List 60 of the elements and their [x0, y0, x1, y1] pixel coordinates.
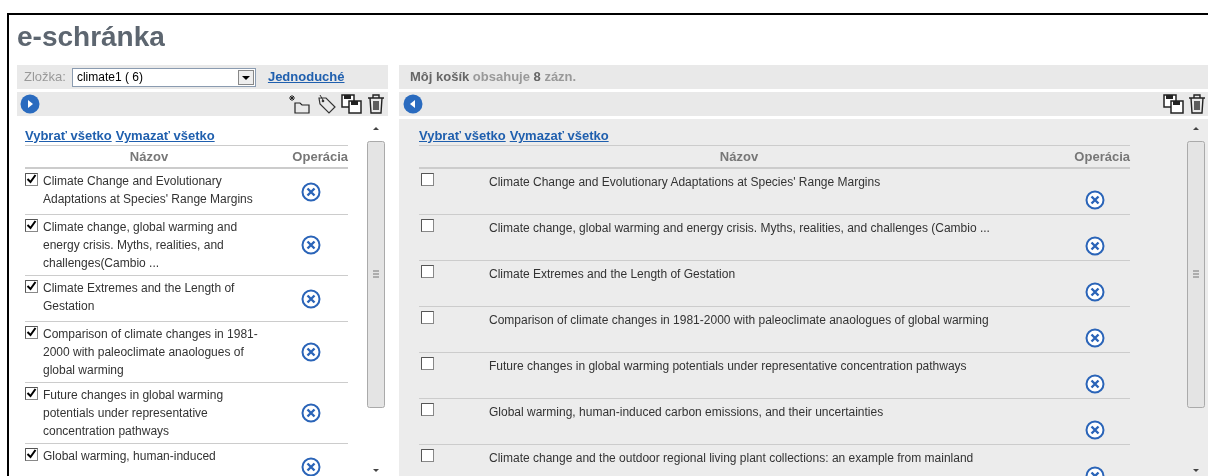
- item-title: Global warming, human-induced: [43, 448, 217, 465]
- item-title: Comparison of climate changes in 1981-2000 with paleoclimate anaologues of global warming: [489, 312, 990, 329]
- dropdown-icon: [237, 69, 254, 85]
- remove-icon[interactable]: [300, 456, 321, 476]
- basket-summary: Môj košík obsahuje 8 zázn.: [410, 68, 577, 87]
- forward-icon[interactable]: [20, 94, 40, 114]
- checkbox[interactable]: [25, 280, 38, 293]
- folder-label: Zložka:: [24, 68, 66, 87]
- checkbox[interactable]: [421, 449, 434, 462]
- tag-icon[interactable]: [315, 94, 337, 114]
- remove-icon[interactable]: [300, 181, 321, 202]
- simple-mode-link[interactable]: Jednoduché: [267, 67, 345, 87]
- item-title: Climate Change and Evolutionary Adaptations at Species' Range Margins: [489, 174, 882, 191]
- select-all-link[interactable]: Vybrať všetko: [25, 125, 112, 146]
- column-header: Názov: [128, 147, 170, 166]
- select-all-link[interactable]: Vybrať všetko: [419, 125, 506, 146]
- remove-icon[interactable]: [1085, 190, 1105, 210]
- page-title: e-schránka: [17, 20, 166, 54]
- item-title: Climate change, global warming and energy crisis. Myths, realities, and challenges (Cambio ...: [489, 220, 991, 237]
- delete-icon[interactable]: [367, 94, 385, 114]
- checkbox[interactable]: [25, 387, 38, 400]
- checkbox[interactable]: [25, 448, 38, 461]
- checkbox[interactable]: [421, 311, 434, 324]
- delete-icon[interactable]: [1188, 94, 1206, 114]
- item-title: Future changes in global warming potentials under representative concentration pathways: [43, 387, 225, 440]
- remove-icon[interactable]: [1085, 420, 1105, 440]
- clear-all-link[interactable]: Vymazať všetko: [115, 125, 215, 146]
- checkbox[interactable]: [421, 219, 434, 232]
- item-title: Climate Extremes and the Length of Gestation: [43, 280, 236, 315]
- checkbox[interactable]: [25, 326, 38, 339]
- column-header: Operácia: [291, 147, 348, 166]
- clear-all-link[interactable]: Vymazať všetko: [509, 125, 609, 146]
- remove-icon[interactable]: [1085, 374, 1105, 394]
- save-icon[interactable]: [1163, 94, 1185, 114]
- item-title: Global warming, human-induced carbon emissions, and their uncertainties: [489, 404, 885, 421]
- remove-icon[interactable]: [300, 403, 321, 423]
- remove-icon[interactable]: [1085, 282, 1105, 302]
- item-title: Climate change, global warming and energy crisis. Myths, realities, and challenges(Cambio ...: [43, 219, 239, 272]
- checkbox[interactable]: [25, 219, 38, 232]
- item-title: Future changes in global warming potentials under representative concentration pathways: [489, 358, 968, 375]
- item-title: Climate Change and Evolutionary Adaptations at Species' Range Margins: [43, 173, 254, 208]
- remove-icon[interactable]: [300, 288, 321, 309]
- item-title: Climate change and the outdoor regional living plant collections: an example from mainland: [489, 450, 975, 467]
- item-title: Comparison of climate changes in 1981-2000 with paleoclimate anaologues of global warming: [43, 326, 259, 379]
- back-icon[interactable]: [403, 94, 423, 114]
- column-header: Operácia: [1073, 147, 1130, 166]
- folder-select[interactable]: climate1 ( 6): [71, 67, 256, 87]
- remove-icon[interactable]: [300, 342, 321, 362]
- remove-icon[interactable]: [1085, 236, 1105, 256]
- new-folder-icon[interactable]: [289, 94, 311, 114]
- save-icon[interactable]: [341, 94, 363, 114]
- remove-icon[interactable]: [1085, 328, 1105, 348]
- checkbox[interactable]: [25, 173, 38, 186]
- checkbox[interactable]: [421, 357, 434, 370]
- checkbox[interactable]: [421, 265, 434, 278]
- item-title: Climate Extremes and the Length of Gestation: [489, 266, 737, 283]
- checkbox[interactable]: [421, 403, 434, 416]
- checkbox[interactable]: [421, 173, 434, 186]
- column-header: Názov: [718, 147, 760, 166]
- remove-icon[interactable]: [300, 235, 321, 255]
